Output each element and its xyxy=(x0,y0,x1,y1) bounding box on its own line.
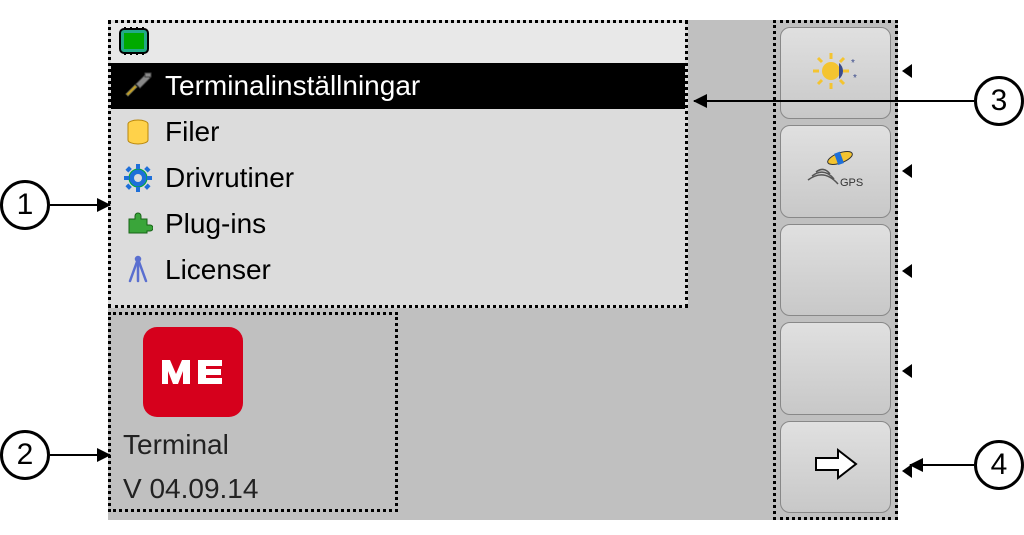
callout-2: 2 xyxy=(0,430,110,480)
menu-item-label: Filer xyxy=(165,116,219,148)
menu-list: Terminalinställningar Filer xyxy=(111,63,685,293)
menu-item-plugins[interactable]: Plug-ins xyxy=(111,201,685,247)
gps-button[interactable]: GPS xyxy=(780,125,891,217)
database-icon xyxy=(119,113,157,151)
menu-item-licenses[interactable]: Licenser xyxy=(111,247,685,293)
terminal-chip-icon xyxy=(117,26,151,61)
svg-text:*: * xyxy=(851,58,855,69)
tools-icon xyxy=(119,67,157,105)
menu-item-label: Terminalinställningar xyxy=(165,70,420,102)
menu-panel: Terminalinställningar Filer xyxy=(108,20,688,308)
me-logo xyxy=(143,327,243,417)
callout-3: 3 xyxy=(694,76,1024,126)
gps-icon: GPS xyxy=(806,144,866,199)
callout-1: 1 xyxy=(0,180,110,230)
softkey-marker xyxy=(902,264,912,278)
menu-item-label: Licenser xyxy=(165,254,271,286)
app-name: Terminal xyxy=(123,429,383,461)
menu-item-drivers[interactable]: Drivrutiner xyxy=(111,155,685,201)
blank-button-2[interactable] xyxy=(780,322,891,414)
puzzle-icon xyxy=(119,205,157,243)
next-button[interactable] xyxy=(780,421,891,513)
app-version: V 04.09.14 xyxy=(123,473,383,505)
svg-text:GPS: GPS xyxy=(840,177,863,189)
licenses-icon xyxy=(119,251,157,289)
menu-item-label: Drivrutiner xyxy=(165,162,294,194)
softkey-marker xyxy=(902,364,912,378)
menu-item-files[interactable]: Filer xyxy=(111,109,685,155)
menu-item-terminal-settings[interactable]: Terminalinställningar xyxy=(111,63,685,109)
softkey-marker xyxy=(902,164,912,178)
info-panel: Terminal V 04.09.14 xyxy=(108,312,398,512)
menu-item-label: Plug-ins xyxy=(165,208,266,240)
callout-4: 4 xyxy=(910,440,1024,490)
gear-icon xyxy=(119,159,157,197)
blank-button-1[interactable] xyxy=(780,224,891,316)
arrow-right-icon xyxy=(808,444,864,489)
menu-header xyxy=(111,23,685,63)
